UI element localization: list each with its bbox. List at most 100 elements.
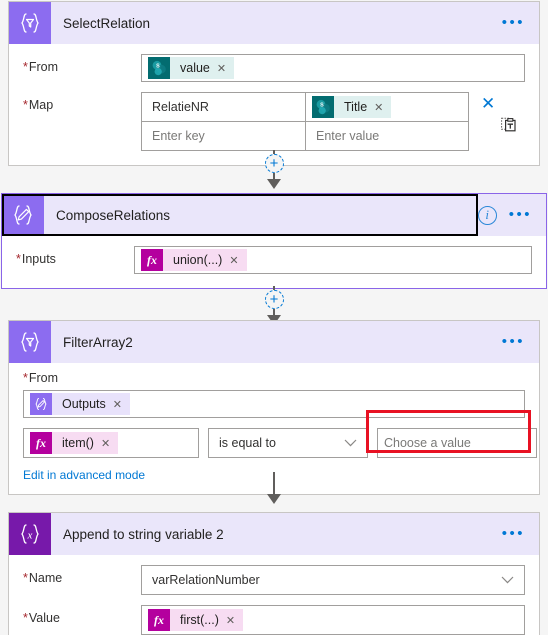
flow-arrow-icon <box>267 179 281 189</box>
action-card-filter-array-2[interactable]: FilterArray2 ••• *From Outputs ✕ fx item… <box>8 320 540 495</box>
token-remove-icon[interactable]: ✕ <box>229 254 238 267</box>
card-menu-button[interactable]: ••• <box>502 334 525 349</box>
token-outputs[interactable]: Outputs ✕ <box>30 393 130 415</box>
condition-right-operand[interactable]: Choose a value <box>377 428 537 458</box>
sharepoint-icon: S <box>312 96 334 118</box>
map-row: Enter key Enter value <box>142 121 468 150</box>
token-union-expression[interactable]: fx union(...) ✕ <box>141 249 247 271</box>
field-label-from: *From <box>23 60 59 74</box>
field-label-name: *Name <box>23 571 63 585</box>
card-header-focus-region[interactable]: ComposeRelations <box>2 194 478 236</box>
variable-name-selected-value: varRelationNumber <box>152 573 260 587</box>
card-menu-button[interactable]: ••• <box>502 526 525 541</box>
card-menu-button[interactable]: ••• <box>509 207 532 222</box>
field-map: *Map RelatieNR S Title ✕ Enter key Enter… <box>23 92 525 151</box>
required-asterisk: * <box>23 611 28 625</box>
card-header-compose-relations[interactable]: ComposeRelations i ••• <box>2 194 546 236</box>
token-value[interactable]: S value ✕ <box>148 57 235 79</box>
card-title: SelectRelation <box>63 15 151 31</box>
paste-clipboard-icon[interactable] <box>501 116 516 135</box>
required-asterisk: * <box>23 60 28 74</box>
field-control-from[interactable]: S value ✕ <box>141 54 525 82</box>
map-key-value: RelatieNR <box>152 100 209 114</box>
map-row-actions: ✕ <box>469 92 525 150</box>
sharepoint-icon: S <box>148 57 170 79</box>
action-card-append-to-string-variable-2[interactable]: x Append to string variable 2 ••• *Name … <box>8 512 540 635</box>
token-remove-icon[interactable]: ✕ <box>374 101 383 114</box>
info-icon[interactable]: i <box>477 205 497 225</box>
map-grid: RelatieNR S Title ✕ Enter key Enter valu… <box>141 92 469 151</box>
token-label: value ✕ <box>170 57 235 79</box>
card-menu-button[interactable]: ••• <box>502 15 525 30</box>
select-braces-funnel-icon <box>9 2 51 44</box>
variable-name-dropdown[interactable]: varRelationNumber <box>141 565 525 595</box>
flow-arrow-icon <box>267 494 281 504</box>
condition-operator[interactable]: is equal to <box>208 428 368 458</box>
token-label: first(...) ✕ <box>170 609 244 631</box>
field-label-inputs: *Inputs <box>16 252 56 266</box>
card-title: ComposeRelations <box>56 207 171 223</box>
from-input[interactable]: Outputs ✕ <box>23 390 525 418</box>
field-control-inputs[interactable]: fx union(...) ✕ <box>134 246 532 274</box>
token-remove-icon[interactable]: ✕ <box>226 614 235 627</box>
field-control-value[interactable]: fx first(...) ✕ <box>141 605 525 635</box>
action-card-compose-relations[interactable]: ComposeRelations i ••• *Inputs fx union(… <box>1 193 547 289</box>
connector-3 <box>0 472 548 504</box>
expression-fx-icon: fx <box>30 432 52 454</box>
expression-fx-icon: fx <box>141 249 163 271</box>
choose-a-value-placeholder: Choose a value <box>384 436 471 450</box>
map-key-input[interactable]: RelatieNR <box>142 93 305 121</box>
token-remove-icon[interactable]: ✕ <box>217 62 226 75</box>
filter-braces-funnel-icon <box>9 321 51 363</box>
variable-braces-x-icon: x <box>9 513 51 555</box>
token-label: union(...) ✕ <box>163 249 247 271</box>
delete-map-row-button[interactable]: ✕ <box>481 95 495 112</box>
insert-step-button[interactable]: + <box>264 154 284 173</box>
token-item-expression[interactable]: fx item() ✕ <box>30 432 119 454</box>
map-value-input[interactable]: S Title ✕ <box>305 93 468 121</box>
map-value-placeholder: Enter value <box>316 129 380 143</box>
field-label-value: *Value <box>23 611 60 625</box>
card-header-filter-array-2[interactable]: FilterArray2 ••• <box>9 321 539 363</box>
card-header-actions: ••• <box>502 526 539 541</box>
condition-left-input[interactable]: fx item() ✕ <box>23 428 199 458</box>
required-asterisk: * <box>23 371 28 385</box>
operator-selected-value: is equal to <box>219 436 276 450</box>
field-inputs: *Inputs fx union(...) ✕ <box>16 246 532 274</box>
inputs-input[interactable]: fx union(...) ✕ <box>134 246 532 274</box>
map-value-input-empty[interactable]: Enter value <box>305 122 468 150</box>
insert-step-button[interactable]: + <box>264 290 284 309</box>
field-control-map: RelatieNR S Title ✕ Enter key Enter valu… <box>141 92 525 151</box>
svg-text:S: S <box>320 103 324 109</box>
choose-a-value-input[interactable]: Choose a value <box>377 428 537 458</box>
token-first-expression[interactable]: fx first(...) ✕ <box>148 609 244 631</box>
connector-1: + <box>0 150 548 189</box>
field-value: *Value fx first(...) ✕ <box>23 605 525 635</box>
token-label: item() ✕ <box>52 432 119 454</box>
token-label: Outputs ✕ <box>52 393 130 415</box>
svg-text:x: x <box>27 529 33 541</box>
chevron-down-icon <box>344 436 357 450</box>
condition-left-operand[interactable]: fx item() ✕ <box>23 428 199 458</box>
card-title: FilterArray2 <box>63 334 133 350</box>
card-header-append-to-string-variable-2[interactable]: x Append to string variable 2 ••• <box>9 513 539 555</box>
card-header-select-relation[interactable]: SelectRelation ••• <box>9 2 539 44</box>
map-row: RelatieNR S Title ✕ <box>142 93 468 121</box>
card-header-actions: ••• <box>502 15 539 30</box>
card-title: Append to string variable 2 <box>63 526 224 542</box>
action-card-select-relation[interactable]: SelectRelation ••• *From S value ✕ *Map … <box>8 1 540 166</box>
token-remove-icon[interactable]: ✕ <box>113 398 122 411</box>
operator-dropdown[interactable]: is equal to <box>208 428 368 458</box>
required-asterisk: * <box>23 98 28 112</box>
token-title[interactable]: S Title ✕ <box>312 96 392 118</box>
filter-condition-row: fx item() ✕ is equal to Choose a value <box>23 428 537 458</box>
map-key-input-empty[interactable]: Enter key <box>142 122 305 150</box>
from-input[interactable]: S value ✕ <box>141 54 525 82</box>
field-control-name[interactable]: varRelationNumber <box>141 565 525 595</box>
token-remove-icon[interactable]: ✕ <box>101 437 110 450</box>
value-input[interactable]: fx first(...) ✕ <box>141 605 525 635</box>
expression-fx-icon: fx <box>148 609 170 631</box>
compose-braces-pencil-icon <box>2 194 44 236</box>
field-label-from: *From <box>23 371 59 385</box>
required-asterisk: * <box>16 252 21 266</box>
